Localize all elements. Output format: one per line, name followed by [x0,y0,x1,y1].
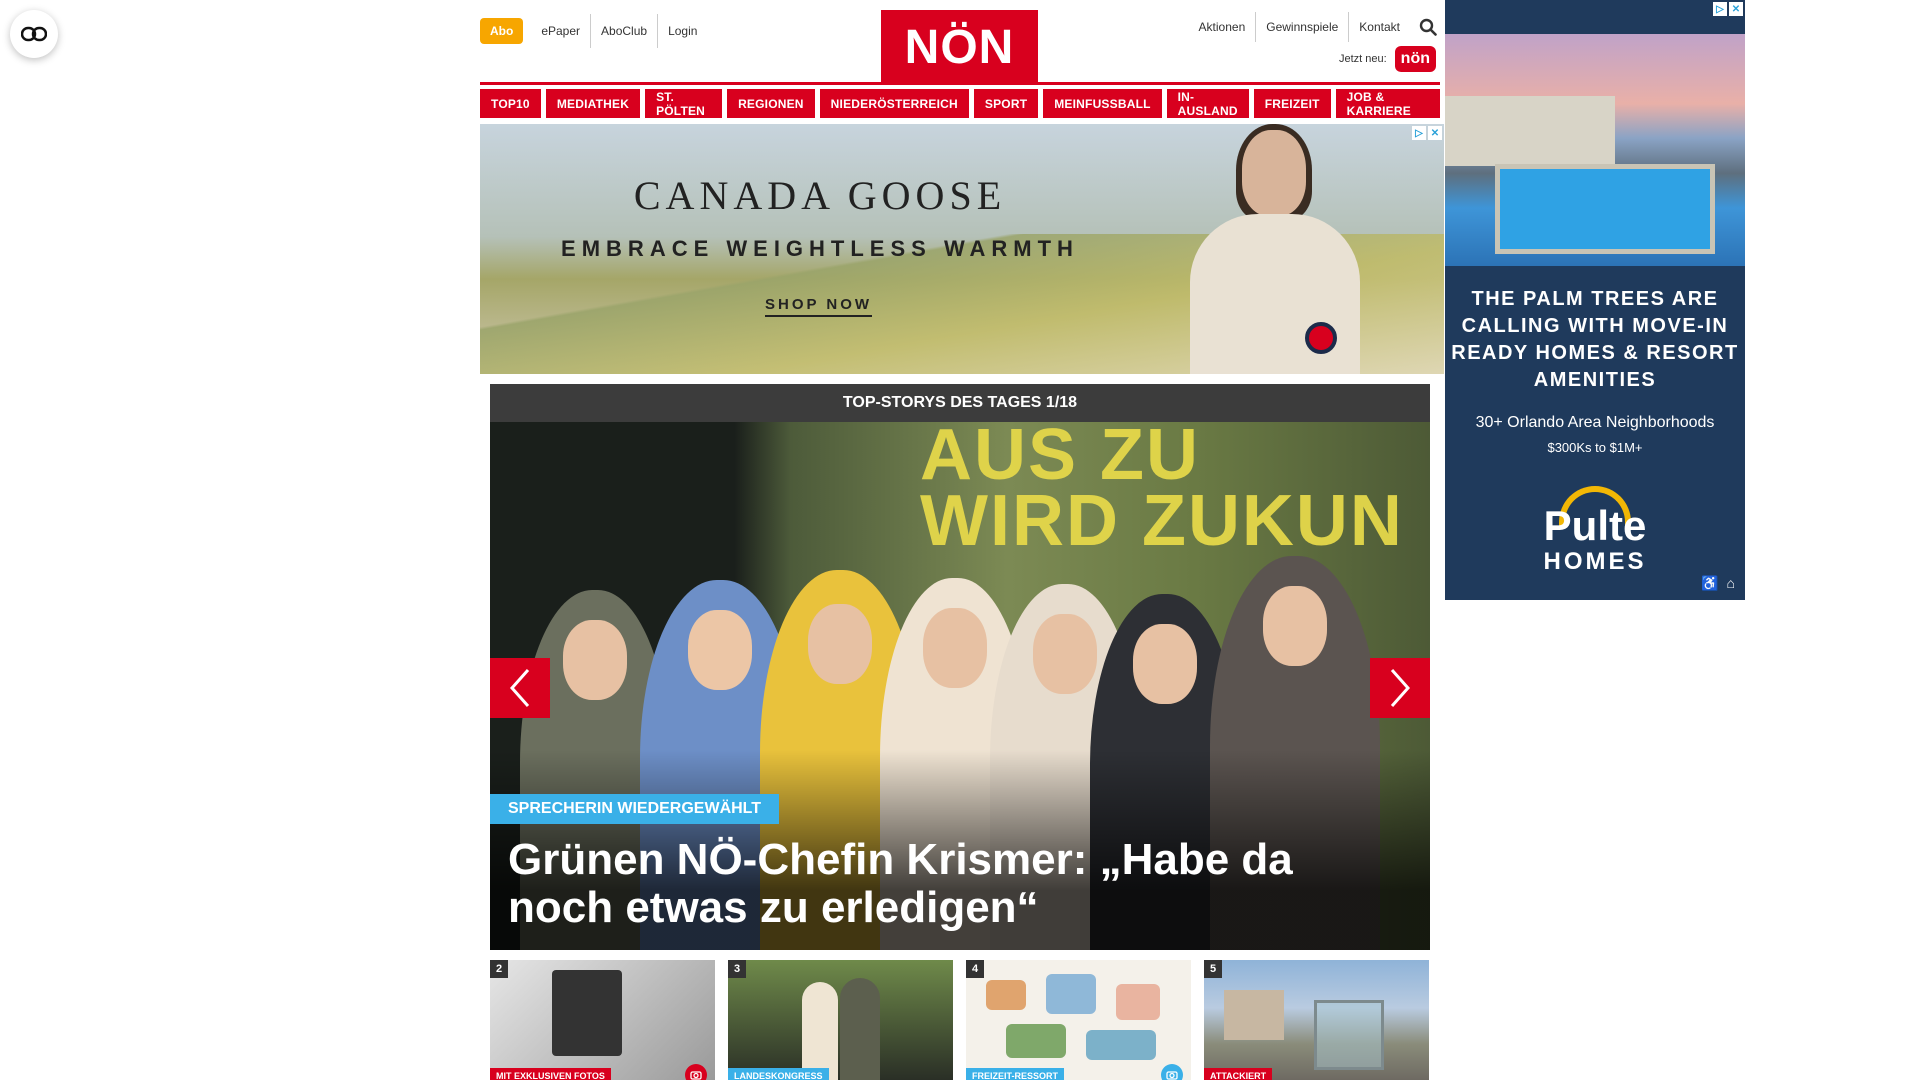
side-ad-brand: Pulte [1543,502,1647,549]
nav-meinfussball[interactable]: MEINFUSSBALL [1043,89,1162,118]
thumbnail-number: 5 [1204,960,1222,978]
nav-niederoesterreich[interactable]: NIEDERÖSTERREICH [819,89,969,118]
thumbnail-label: FREIZEIT-RESSORT [966,1068,1065,1080]
thumbnail-number: 4 [966,960,984,978]
thumbnail-label: LANDESKONGRESS [728,1068,829,1080]
noen-app-badge: nön [1394,46,1436,72]
ad-close-icon[interactable]: ✕ [1729,2,1743,16]
camera-icon [685,1064,707,1080]
slide-background-text: AUS ZU WIRD ZUKUN [920,422,1404,561]
ad-model-image [1170,124,1370,374]
kontakt-link[interactable]: Kontakt [1348,12,1410,42]
pulte-homes-side-ad[interactable]: THE PALM TREES ARE CALLING WITH MOVE-IN … [1445,0,1745,600]
side-ad-headline: THE PALM TREES ARE CALLING WITH MOVE-IN … [1451,288,1739,391]
story-thumbnails: 2 MIT EXKLUSIVEN FOTOS 3 LANDESKONGRESS … [490,960,1440,1080]
side-ad-compliance-icons: ♿ ⌂ [1701,575,1735,592]
site-logo[interactable]: NÖN [881,10,1038,84]
ad-controls: ▷ ✕ [1713,2,1743,16]
thumbnail-story[interactable]: 5 ATTACKIERT [1204,960,1429,1080]
nav-regionen[interactable]: REGIONEN [727,89,815,118]
chevron-left-icon [509,669,530,707]
main-content: Abo ePaper AboClub Login NÖN Aktionen Ge… [480,0,1444,1080]
top-nav-right: Aktionen Gewinnspiele Kontakt [1189,12,1440,42]
ad-choices-icon[interactable]: ▷ [1412,126,1426,140]
carousel-prev-button[interactable] [490,658,550,718]
equal-housing-icon: ⌂ [1726,575,1735,591]
top-story-slide[interactable]: AUS ZU WIRD ZUKUN SPRECHERIN WIEDERGEWÄH… [490,422,1430,950]
side-ad-subline: 30+ Orlando Area Neighborhoods [1475,414,1715,431]
nav-st-poelten[interactable]: ST. PÖLTEN [645,89,723,118]
category-nav: TOP10 MEDIATHEK ST. PÖLTEN REGIONEN NIED… [480,89,1440,118]
story-kicker: SPRECHERIN WIEDERGEWÄHLT [490,794,780,824]
epaper-link[interactable]: ePaper [531,14,590,48]
nav-mediathek[interactable]: MEDIATHEK [545,89,641,118]
ad-choices-icon[interactable]: ▷ [1713,2,1727,16]
top-stories-carousel: TOP-STORYS DES TAGES 1/18 AUS ZU WIRD ZU… [490,384,1430,950]
ad-controls: ▷ ✕ [1412,126,1442,140]
accessibility-icon: ♿ [1701,575,1719,591]
search-icon [1419,18,1437,36]
top-stories-header: TOP-STORYS DES TAGES 1/18 [490,384,1430,422]
ad-tagline: EMBRACE WEIGHTLESS WARMTH [561,236,1079,261]
aboclub-link[interactable]: AboClub [590,14,657,48]
gewinnspiele-link[interactable]: Gewinnspiele [1255,12,1348,42]
side-ad-brand-sub: HOMES [1543,548,1647,575]
ad-pool-image [1445,34,1745,266]
accessibility-toggle-icon [21,26,47,42]
chevron-right-icon [1390,669,1411,707]
nav-job-karriere[interactable]: JOB & KARRIERE [1335,89,1440,118]
aktionen-link[interactable]: Aktionen [1189,12,1256,42]
header-divider [480,82,1440,85]
thumbnail-label: ATTACKIERT [1204,1068,1273,1080]
thumbnail-story[interactable]: 3 LANDESKONGRESS [728,960,953,1080]
nav-in-ausland[interactable]: IN-AUSLAND [1166,89,1249,118]
ad-close-icon[interactable]: ✕ [1428,126,1442,140]
accessibility-toggle-button[interactable] [10,10,58,58]
thumbnail-number: 3 [728,960,746,978]
story-title[interactable]: Grünen NÖ-Chefin Krismer: „Habe da noch … [508,836,1410,932]
ad-brand: CANADA GOOSE [633,173,1007,218]
camera-icon [1161,1064,1183,1080]
thumbnail-story[interactable]: 2 MIT EXKLUSIVEN FOTOS [490,960,715,1080]
thumbnail-label: MIT EXKLUSIVEN FOTOS [490,1068,611,1080]
jetzt-neu-promo[interactable]: Jetzt neu: nön [1339,46,1436,72]
canada-goose-banner-ad[interactable]: CANADA GOOSE EMBRACE WEIGHTLESS WARMTH S… [480,124,1444,374]
nav-top10[interactable]: TOP10 [480,89,541,118]
top-nav-left: Abo ePaper AboClub Login [480,14,707,48]
carousel-next-button[interactable] [1370,658,1430,718]
side-ad-price: $300Ks to $1M+ [1547,440,1643,455]
site-header: Abo ePaper AboClub Login NÖN Aktionen Ge… [480,0,1440,85]
nav-sport[interactable]: SPORT [973,89,1039,118]
search-button[interactable] [1416,15,1440,39]
abo-button[interactable]: Abo [480,18,524,44]
ad-shop-now-link[interactable]: SHOP NOW [765,296,873,317]
login-link[interactable]: Login [657,14,707,48]
nav-freizeit[interactable]: FREIZEIT [1253,89,1331,118]
thumbnail-story[interactable]: 4 FREIZEIT-RESSORT [966,960,1191,1080]
thumbnail-number: 2 [490,960,508,978]
jetzt-neu-label: Jetzt neu: [1338,53,1387,65]
